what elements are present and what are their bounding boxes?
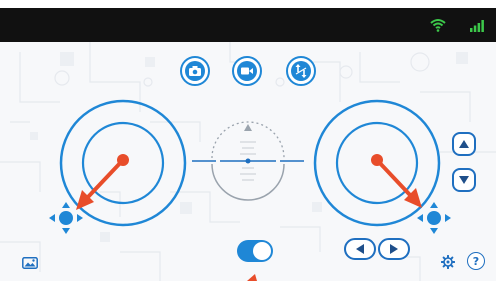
trim-down-button[interactable] (452, 168, 476, 192)
trim-up-button[interactable] (452, 132, 476, 156)
wifi-icon (430, 19, 446, 32)
settings-gear-icon[interactable] (441, 255, 455, 269)
flip-button[interactable] (286, 56, 316, 86)
gallery-icon[interactable] (22, 257, 38, 269)
triangle-down-icon (459, 176, 469, 184)
attitude-gauge (192, 121, 304, 201)
trim-right-button[interactable] (378, 238, 410, 260)
triangle-up-icon (459, 140, 469, 148)
help-label: ? (472, 254, 480, 268)
status-bar (0, 8, 496, 42)
mode-toggle[interactable] (237, 240, 273, 262)
drone-flip-icon (291, 61, 311, 81)
camera-button[interactable] (180, 56, 210, 86)
triangle-left-icon (356, 244, 364, 254)
toggle-indicator-icon (247, 274, 257, 281)
signal-bars-icon (470, 20, 484, 32)
triangle-right-icon (390, 244, 398, 254)
left-direction-pad[interactable] (44, 200, 88, 236)
video-camera-icon (237, 61, 257, 81)
video-button[interactable] (232, 56, 262, 86)
help-button[interactable]: ? (467, 252, 485, 270)
trim-left-button[interactable] (344, 238, 376, 260)
toggle-knob (253, 242, 271, 260)
camera-icon (185, 61, 205, 81)
right-direction-pad[interactable] (412, 200, 456, 236)
